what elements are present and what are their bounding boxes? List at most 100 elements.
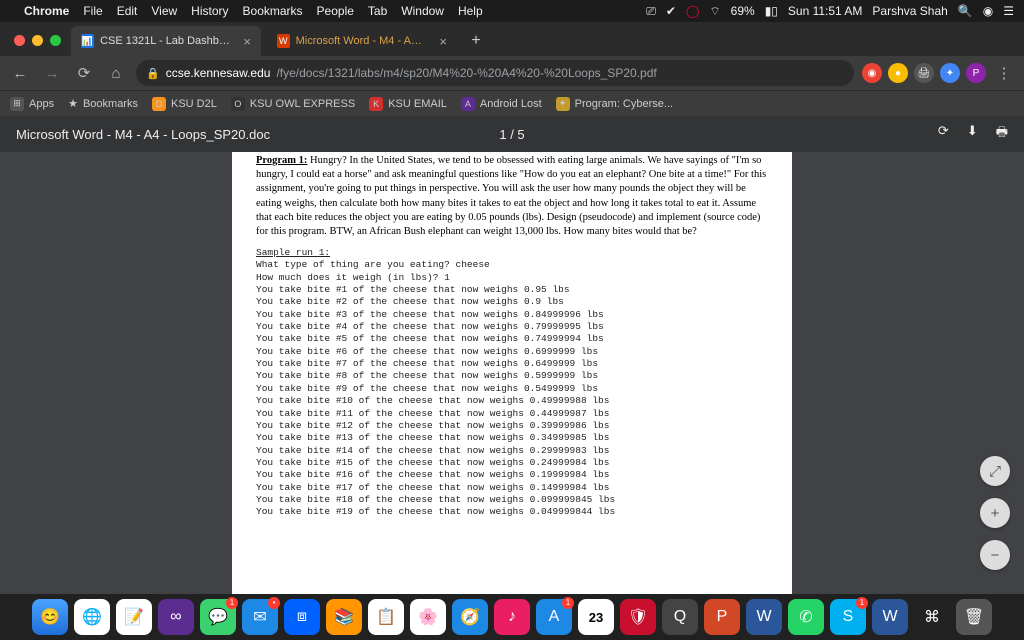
new-tab-button[interactable]: + — [463, 28, 489, 54]
sample-line: You take bite #12 of the cheese that now… — [256, 420, 609, 431]
menubar-item[interactable]: Window — [401, 4, 444, 18]
bookmark-item[interactable]: OKSU OWL EXPRESS — [231, 97, 355, 111]
pdf-content-area[interactable]: Program 1: Hungry? In the United States,… — [0, 152, 1024, 594]
chrome-tab-bar: 📊 CSE 1321L - Lab Dashboard × W Microsof… — [0, 22, 1024, 56]
dock-app-books[interactable]: 📚 — [326, 599, 362, 635]
pdf-document-title: Microsoft Word - M4 - A4 - Loops_SP20.do… — [16, 127, 270, 142]
bookmark-item[interactable]: KKSU EMAIL — [369, 97, 447, 111]
menubar-item[interactable]: Edit — [117, 4, 138, 18]
dock-app-chrome[interactable]: 🌐 — [74, 599, 110, 635]
fit-to-page-button[interactable]: ⤢ — [980, 456, 1010, 486]
menubar-item[interactable]: People — [317, 4, 354, 18]
address-bar[interactable]: 🔒 ccse.kennesaw.edu/fye/docs/1321/labs/m… — [136, 60, 854, 86]
dock-app-reminders[interactable]: 📋 — [368, 599, 404, 635]
dock-app-mail[interactable]: ✉• — [242, 599, 278, 635]
dock-app-terminal[interactable]: ⌘ — [914, 599, 950, 635]
forward-button[interactable]: → — [40, 61, 64, 85]
sample-line: You take bite #2 of the cheese that now … — [256, 296, 564, 307]
address-bar-row: ← → ⟳ ⌂ 🔒 ccse.kennesaw.edu/fye/docs/132… — [0, 56, 1024, 90]
menubar-item[interactable]: View — [151, 4, 177, 18]
favicon: K — [369, 97, 383, 111]
user-name[interactable]: Parshva Shah — [872, 4, 947, 18]
reload-button[interactable]: ⟳ — [72, 61, 96, 85]
pdf-page-indicator[interactable]: 1 / 5 — [499, 127, 524, 142]
dock-app-visualstudio[interactable]: ∞ — [158, 599, 194, 635]
sync-icon[interactable]: ✔ — [666, 4, 676, 18]
url-path: /fye/docs/1321/labs/m4/sp20/M4%20-%20A4%… — [276, 66, 656, 80]
menubar-item[interactable]: Tab — [368, 4, 387, 18]
dock-app-trash[interactable]: 🗑 — [956, 599, 992, 635]
dock-app-safari[interactable]: 🧭 — [452, 599, 488, 635]
cast-icon[interactable]: ⎚ — [646, 4, 656, 19]
chrome-menu-icon[interactable]: ⋮ — [992, 61, 1016, 85]
bookmark-item[interactable]: ✦Program: Cyberse... — [556, 97, 673, 111]
back-button[interactable]: ← — [8, 61, 32, 85]
dock-app-messages[interactable]: 💬1 — [200, 599, 236, 635]
dock-app-calendar[interactable]: 23 — [578, 599, 614, 635]
extension-icon[interactable]: ✦ — [940, 63, 960, 83]
dock-app-finder[interactable]: 😊 — [32, 599, 68, 635]
bookmark-item[interactable]: AAndroid Lost — [461, 97, 542, 111]
dock-app-itunes[interactable]: ♪ — [494, 599, 530, 635]
dock-app-appstore[interactable]: A1 — [536, 599, 572, 635]
close-window-button[interactable] — [14, 35, 25, 46]
battery-percent: 69% — [731, 4, 755, 18]
dock-app-whatsapp[interactable]: ✆ — [788, 599, 824, 635]
badge: 1 — [562, 597, 574, 609]
bookmark-apps[interactable]: ⊞Apps — [10, 97, 54, 111]
extension-icon[interactable]: ◉ — [862, 63, 882, 83]
sample-line: You take bite #14 of the cheese that now… — [256, 445, 609, 456]
dock-app-skype[interactable]: S1 — [830, 599, 866, 635]
sample-line: You take bite #19 of the cheese that now… — [256, 506, 615, 517]
close-tab-icon[interactable]: × — [439, 34, 447, 49]
dock-app-quicktime[interactable]: Q — [662, 599, 698, 635]
wifi-icon[interactable]: ⌔ — [709, 4, 720, 19]
browser-tab[interactable]: W Microsoft Word - M4 - A4 - L... × — [267, 26, 457, 56]
favicon: A — [461, 97, 475, 111]
clock[interactable]: Sun 11:51 AM — [788, 4, 863, 18]
dock-app-photos[interactable]: 🌸 — [410, 599, 446, 635]
sample-line: You take bite #6 of the cheese that now … — [256, 346, 598, 357]
siri-icon[interactable]: ◉ — [983, 4, 993, 18]
shield-icon[interactable]: ◯ — [686, 4, 699, 18]
download-icon[interactable]: ⬇ — [967, 123, 978, 145]
favicon: D — [152, 97, 166, 111]
sample-line: You take bite #8 of the cheese that now … — [256, 370, 598, 381]
notification-center-icon[interactable]: ☰ — [1003, 4, 1014, 18]
dock-app-notes[interactable]: 📝 — [116, 599, 152, 635]
menubar-app[interactable]: Chrome — [24, 4, 69, 18]
minimize-window-button[interactable] — [32, 35, 43, 46]
rotate-icon[interactable]: ⟳ — [938, 123, 949, 145]
zoom-out-button[interactable]: − — [980, 540, 1010, 570]
extension-icon[interactable]: ● — [888, 63, 908, 83]
tab-title: CSE 1321L - Lab Dashboard — [100, 35, 231, 47]
dock-app-powerpoint[interactable]: P — [704, 599, 740, 635]
bookmark-item[interactable]: DKSU D2L — [152, 97, 217, 111]
menubar-item[interactable]: Help — [458, 4, 483, 18]
home-button[interactable]: ⌂ — [104, 61, 128, 85]
extension-icon[interactable]: 🖨 — [914, 63, 934, 83]
dock-app-mcafee[interactable]: 🛡 — [620, 599, 656, 635]
sample-line: You take bite #18 of the cheese that now… — [256, 494, 615, 505]
profile-avatar[interactable]: P — [966, 63, 986, 83]
print-icon[interactable]: 🖶 — [996, 123, 1008, 145]
dock-app-dropbox[interactable]: ⧈ — [284, 599, 320, 635]
menubar-item[interactable]: Bookmarks — [243, 4, 303, 18]
close-tab-icon[interactable]: × — [243, 34, 251, 49]
browser-tab[interactable]: 📊 CSE 1321L - Lab Dashboard × — [71, 26, 261, 56]
menubar-item[interactable]: File — [83, 4, 102, 18]
program-label: Program 1: — [256, 155, 307, 166]
zoom-in-button[interactable]: + — [980, 498, 1010, 528]
dock-app-word[interactable]: W — [746, 599, 782, 635]
sample-line: You take bite #4 of the cheese that now … — [256, 321, 604, 332]
dock-app-word2[interactable]: W — [872, 599, 908, 635]
sample-run-output: Sample run 1: What type of thing are you… — [256, 247, 768, 519]
bookmark-item[interactable]: ★Bookmarks — [68, 97, 138, 110]
menubar-item[interactable]: History — [191, 4, 228, 18]
window-controls — [8, 35, 71, 56]
sample-line: You take bite #16 of the cheese that now… — [256, 469, 609, 480]
maximize-window-button[interactable] — [50, 35, 61, 46]
sample-line: You take bite #11 of the cheese that now… — [256, 408, 609, 419]
spotlight-icon[interactable]: 🔍 — [958, 4, 973, 18]
sample-line: You take bite #13 of the cheese that now… — [256, 432, 609, 443]
